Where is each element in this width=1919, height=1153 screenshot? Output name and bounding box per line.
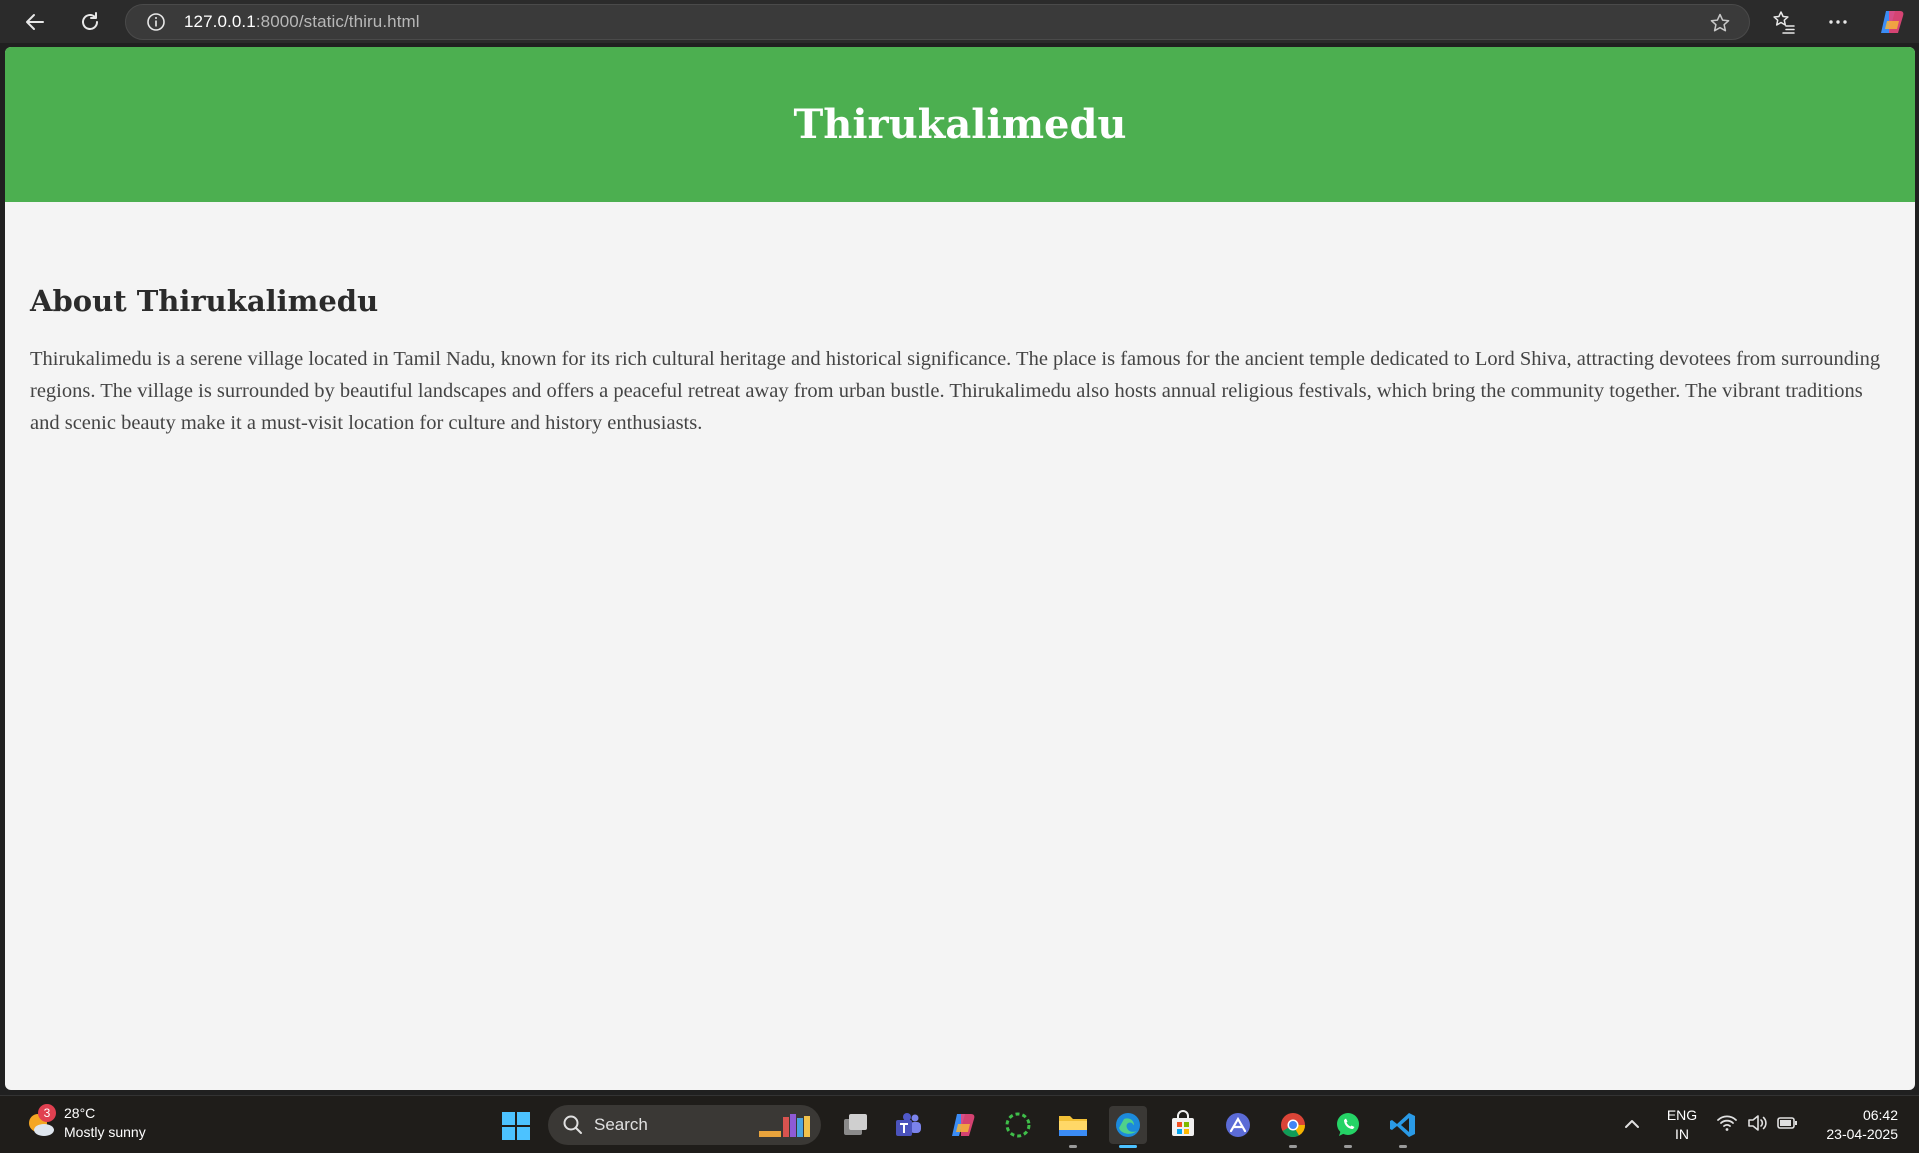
volume-icon[interactable] bbox=[1746, 1112, 1768, 1134]
arrow-left-icon bbox=[26, 14, 44, 30]
reload-icon bbox=[82, 12, 98, 30]
taskbar: 3 28°C Mostly sunny Search ENG IN 06:42 … bbox=[0, 1095, 1919, 1153]
battery-icon[interactable] bbox=[1776, 1112, 1798, 1134]
web-page: Thirukalimedu About Thirukalimedu Thiruk… bbox=[5, 47, 1915, 1090]
copilot-icon[interactable] bbox=[1877, 7, 1907, 37]
reload-button[interactable] bbox=[72, 4, 108, 40]
windows-start-icon[interactable] bbox=[500, 1110, 532, 1142]
browser-toolbar: 127.0.0.1:8000/static/thiru.html bbox=[0, 0, 1919, 43]
main-content: About Thirukalimedu Thirukalimedu is a s… bbox=[5, 284, 1915, 439]
weather-sun-cloud-icon: 3 bbox=[24, 1104, 58, 1140]
vscode-icon[interactable] bbox=[1384, 1106, 1422, 1148]
about-heading: About Thirukalimedu bbox=[30, 284, 379, 318]
temperature-text: 28°C bbox=[64, 1105, 96, 1121]
back-button[interactable] bbox=[17, 4, 53, 40]
weather-condition-text: Mostly sunny bbox=[64, 1124, 146, 1140]
taskbar-search[interactable]: Search bbox=[548, 1105, 821, 1145]
circular-app-icon[interactable] bbox=[999, 1106, 1037, 1144]
site-header: Thirukalimedu bbox=[5, 47, 1915, 202]
language-line1: ENG bbox=[1666, 1107, 1698, 1123]
search-icon bbox=[562, 1114, 584, 1136]
language-indicator[interactable]: ENG IN bbox=[1664, 1106, 1700, 1144]
url-text[interactable]: 127.0.0.1:8000/static/thiru.html bbox=[184, 12, 420, 32]
chrome-icon[interactable] bbox=[1274, 1106, 1312, 1148]
url-path: :8000/static/thiru.html bbox=[255, 12, 420, 31]
file-explorer-icon[interactable] bbox=[1054, 1106, 1092, 1148]
url-host: 127.0.0.1 bbox=[184, 12, 256, 31]
time-text: 06:42 bbox=[1862, 1107, 1898, 1123]
search-label: Search bbox=[594, 1115, 648, 1134]
microsoft-store-icon[interactable] bbox=[1164, 1106, 1202, 1144]
star-icon[interactable] bbox=[1709, 12, 1731, 34]
books-illustration-icon bbox=[753, 1111, 817, 1141]
page-title: Thirukalimedu bbox=[793, 101, 1127, 148]
more-options-icon[interactable] bbox=[1825, 9, 1851, 35]
arc-app-icon[interactable] bbox=[1219, 1106, 1257, 1144]
task-view-icon[interactable] bbox=[836, 1106, 874, 1144]
chevron-up-icon[interactable] bbox=[1620, 1112, 1644, 1136]
weather-widget[interactable]: 3 28°C Mostly sunny bbox=[24, 1104, 146, 1142]
weather-badge: 3 bbox=[38, 1104, 56, 1122]
language-line2: IN bbox=[1675, 1126, 1689, 1142]
wifi-icon[interactable] bbox=[1716, 1112, 1738, 1134]
favorites-icon[interactable] bbox=[1771, 9, 1797, 35]
address-bar[interactable]: 127.0.0.1:8000/static/thiru.html bbox=[125, 4, 1750, 40]
date-text: 23-04-2025 bbox=[1826, 1126, 1898, 1142]
whatsapp-icon[interactable] bbox=[1329, 1106, 1367, 1148]
clock[interactable]: 06:42 23-04-2025 bbox=[1808, 1106, 1898, 1144]
edge-browser-icon[interactable] bbox=[1109, 1106, 1147, 1148]
info-icon[interactable] bbox=[146, 12, 166, 32]
about-paragraph: Thirukalimedu is a serene village locate… bbox=[30, 348, 1881, 434]
copilot-app-icon[interactable] bbox=[944, 1106, 982, 1144]
teams-icon[interactable] bbox=[889, 1106, 927, 1144]
system-tray[interactable] bbox=[1716, 1112, 1798, 1134]
